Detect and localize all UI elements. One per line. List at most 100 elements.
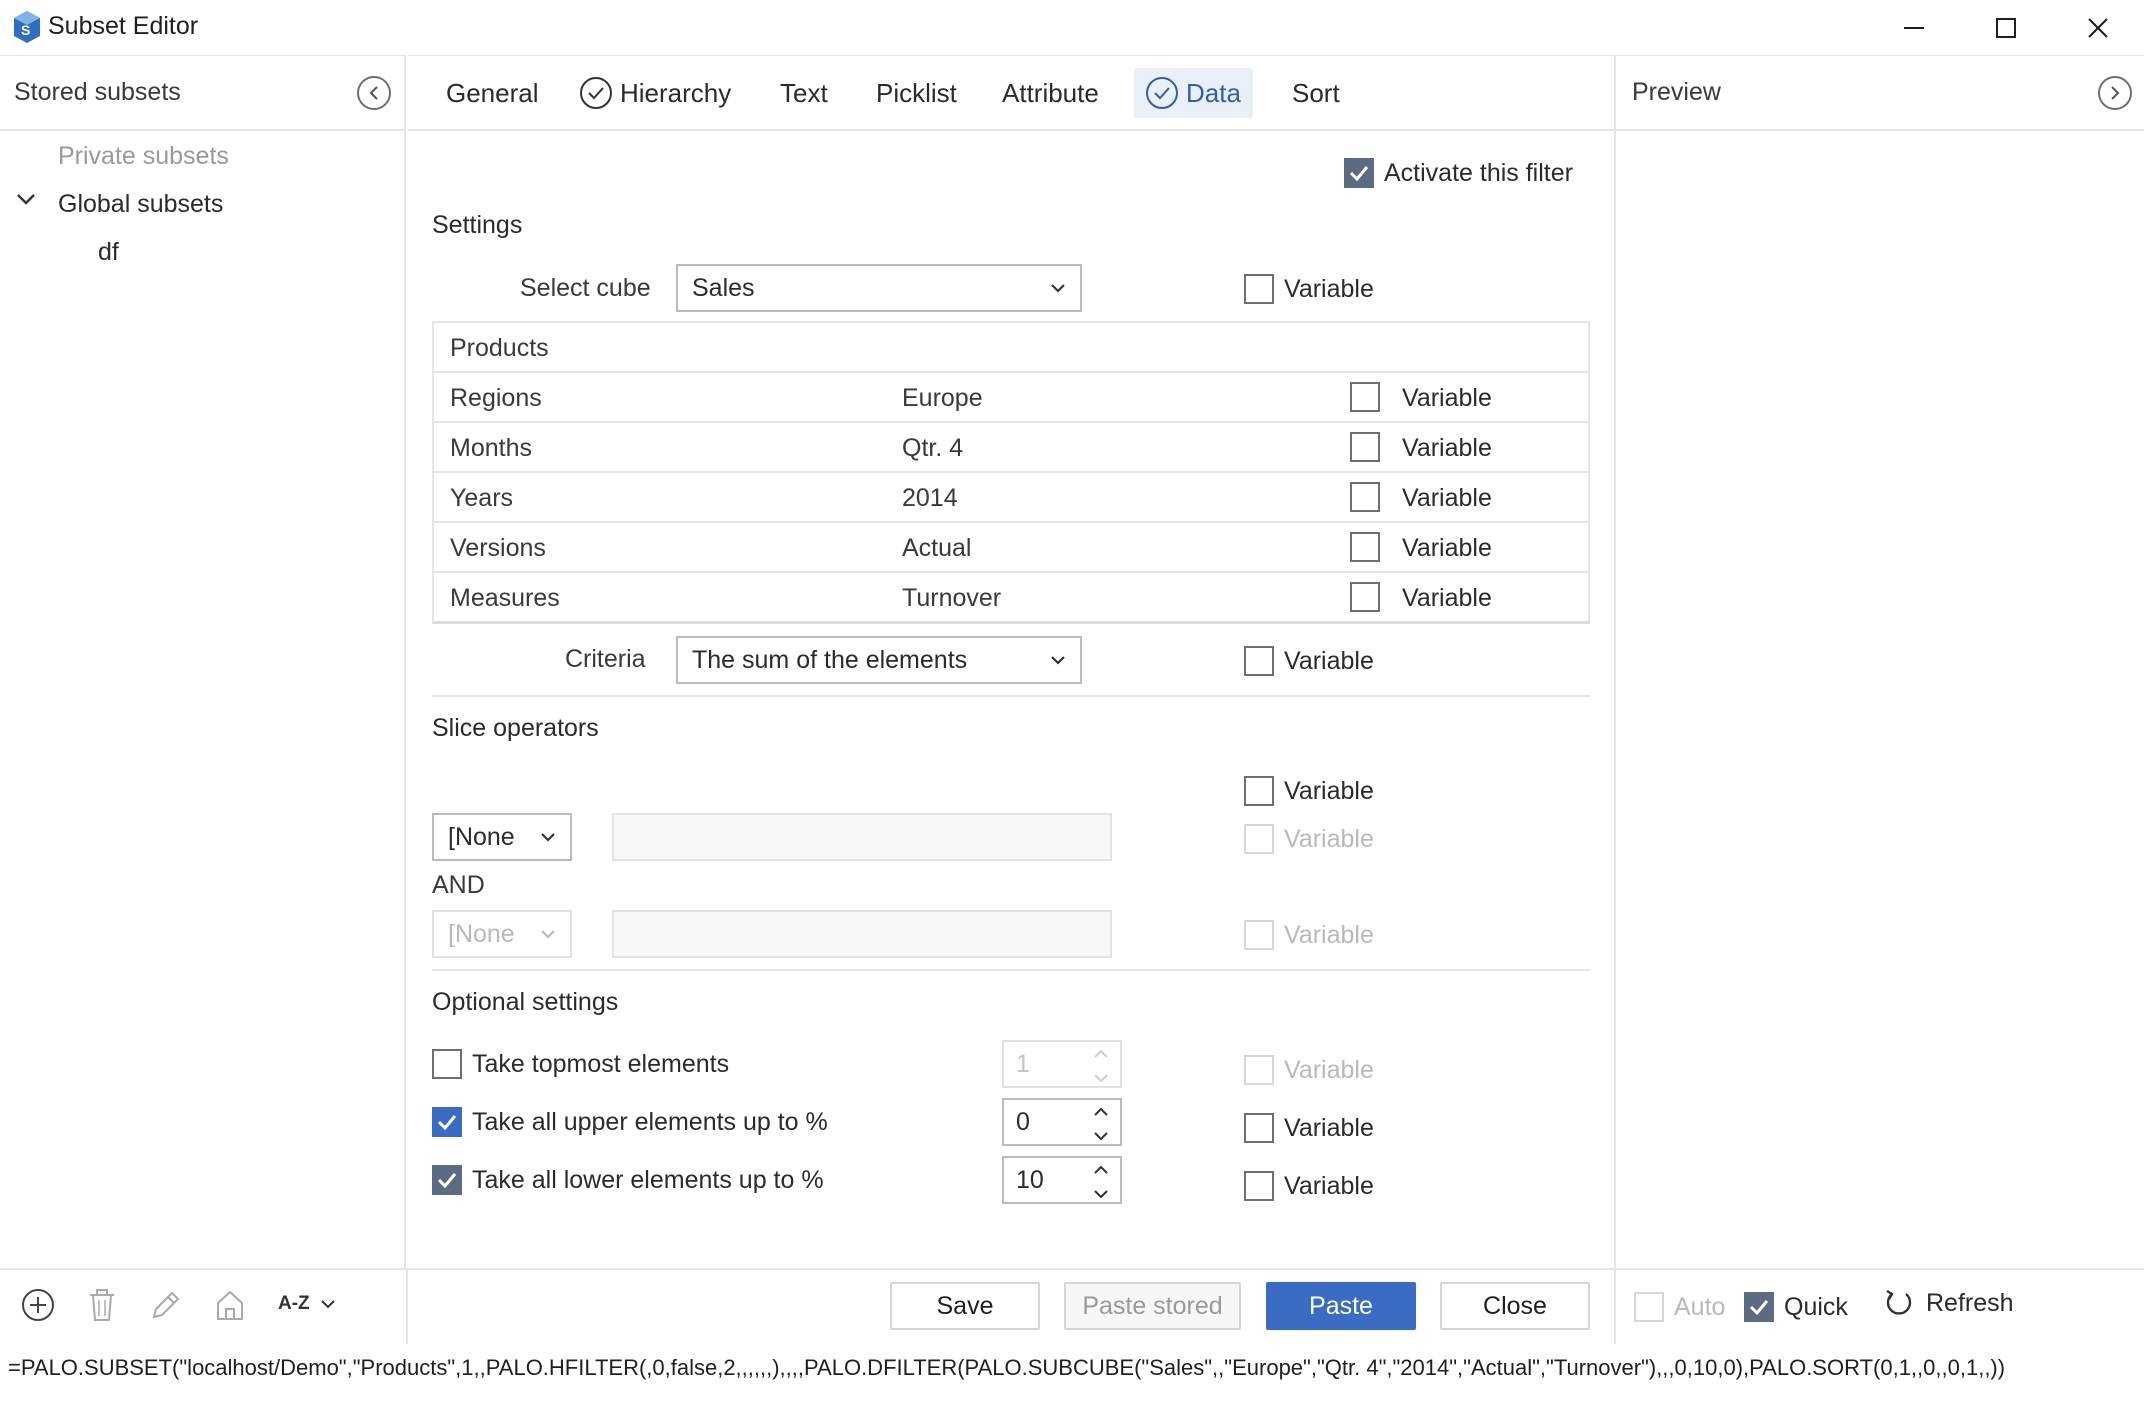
tab-data[interactable]: Data [1134, 68, 1253, 118]
add-subset-button[interactable] [18, 1285, 58, 1325]
operator2-value-input[interactable] [612, 910, 1112, 958]
chevron-right-icon [2111, 86, 2120, 100]
table-row[interactable]: Months Qtr. 4 Variable [434, 423, 1588, 473]
formula-text[interactable]: =PALO.SUBSET("localhost/Demo","Products"… [8, 1353, 2138, 1383]
topmost-checkbox[interactable] [432, 1049, 462, 1079]
variable-label: Variable [1402, 534, 1492, 562]
operator2-variable-checkbox[interactable] [1244, 920, 1274, 950]
measures-variable-checkbox[interactable] [1350, 582, 1380, 612]
paste-stored-button[interactable]: Paste stored [1064, 1282, 1241, 1330]
upper-elements-spinner[interactable]: 0 [1002, 1098, 1122, 1146]
tree-item-global-subsets[interactable]: Global subsets [58, 190, 223, 219]
divider [1614, 1268, 1616, 1344]
auto-checkbox[interactable] [1634, 1292, 1664, 1322]
tab-text[interactable]: Text [768, 68, 840, 118]
app-icon: S [12, 10, 42, 44]
variable-label: Variable [1284, 647, 1374, 675]
chevron-left-icon [369, 86, 378, 100]
dimension-value[interactable]: Turnover [902, 584, 1001, 613]
variable-label: Variable [1402, 584, 1492, 612]
optional-settings-title: Optional settings [432, 988, 619, 1016]
months-variable-checkbox[interactable] [1350, 432, 1380, 462]
topmost-variable-checkbox[interactable] [1244, 1055, 1274, 1085]
title-bar [0, 0, 2144, 55]
versions-variable-checkbox[interactable] [1350, 532, 1380, 562]
slice-variable-checkbox[interactable] [1244, 776, 1274, 806]
operator1-select[interactable]: [None [432, 813, 572, 861]
collapse-left-button[interactable] [357, 76, 391, 110]
divider [406, 1268, 408, 1344]
chevron-down-icon [320, 1300, 335, 1309]
tab-picklist[interactable]: Picklist [864, 68, 969, 118]
variable-label: Variable [1402, 434, 1492, 462]
variable-label: Variable [1284, 1056, 1374, 1084]
dimension-value[interactable]: Europe [902, 384, 983, 413]
check-circle-icon [1146, 77, 1178, 109]
dimension-table: Products Regions Europe Variable Months … [432, 321, 1590, 624]
cube-select[interactable]: Sales [676, 264, 1082, 312]
lower-variable-checkbox[interactable] [1244, 1171, 1274, 1201]
dimension-name: Products [450, 334, 549, 362]
maximize-icon [1996, 17, 2016, 38]
paste-button[interactable]: Paste [1266, 1282, 1416, 1330]
delete-subset-button[interactable] [82, 1285, 122, 1325]
rename-subset-button[interactable] [146, 1285, 186, 1325]
close-icon [2088, 17, 2108, 38]
dimension-name: Regions [450, 384, 542, 412]
tab-attribute[interactable]: Attribute [990, 68, 1111, 118]
variable-label: Variable [1284, 1172, 1374, 1200]
dimension-value[interactable]: Actual [902, 534, 971, 563]
preview-panel [1614, 55, 2144, 1268]
regions-variable-checkbox[interactable] [1350, 382, 1380, 412]
tab-hierarchy[interactable]: Hierarchy [568, 68, 743, 118]
refresh-button[interactable]: Refresh [1884, 1288, 2014, 1318]
chevron-down-icon [1051, 284, 1065, 293]
activate-filter-checkbox[interactable] [1344, 158, 1374, 188]
operator1-value-input[interactable] [612, 813, 1112, 861]
tree-item-df[interactable]: df [98, 238, 119, 267]
save-button[interactable]: Save [890, 1282, 1040, 1330]
topmost-spinner[interactable]: 1 [1002, 1040, 1122, 1088]
lower-elements-label: Take all lower elements up to % [472, 1166, 824, 1194]
upper-elements-checkbox[interactable] [432, 1107, 462, 1137]
cube-variable-checkbox[interactable] [1244, 274, 1274, 304]
home-button[interactable] [210, 1285, 250, 1325]
minimize-button[interactable] [1868, 0, 1960, 55]
operator2-select[interactable]: [None [432, 910, 572, 958]
variable-label: Variable [1284, 825, 1374, 853]
lower-elements-checkbox[interactable] [432, 1165, 462, 1195]
settings-title: Settings [432, 211, 523, 239]
chevron-down-icon[interactable] [16, 192, 36, 211]
variable-label: Variable [1284, 1114, 1374, 1142]
table-row[interactable]: Years 2014 Variable [434, 473, 1588, 523]
divider [432, 695, 1590, 697]
sort-toggle[interactable]: A-Z [278, 1293, 336, 1315]
tree-item-private-subsets[interactable]: Private subsets [58, 142, 229, 171]
maximize-button[interactable] [1960, 0, 2052, 55]
criteria-label: Criteria [565, 645, 646, 673]
years-variable-checkbox[interactable] [1350, 482, 1380, 512]
close-window-button[interactable] [2052, 0, 2144, 55]
quick-checkbox[interactable] [1744, 1292, 1774, 1322]
dimension-name: Months [450, 434, 532, 462]
expand-right-button[interactable] [2098, 76, 2132, 110]
variable-label: Variable [1284, 921, 1374, 949]
check-icon [1349, 166, 1369, 181]
slice-operators-title: Slice operators [432, 714, 599, 742]
criteria-variable-checkbox[interactable] [1244, 646, 1274, 676]
close-button[interactable]: Close [1440, 1282, 1590, 1330]
lower-elements-spinner[interactable]: 10 [1002, 1156, 1122, 1204]
tab-sort[interactable]: Sort [1280, 68, 1352, 118]
table-row[interactable]: Measures Turnover Variable [434, 573, 1588, 623]
stored-subsets-title: Stored subsets [14, 78, 181, 106]
criteria-select[interactable]: The sum of the elements [676, 636, 1082, 684]
table-row[interactable]: Versions Actual Variable [434, 523, 1588, 573]
dimension-value[interactable]: 2014 [902, 484, 958, 513]
tab-general[interactable]: General [434, 68, 551, 118]
upper-variable-checkbox[interactable] [1244, 1113, 1274, 1143]
table-row[interactable]: Regions Europe Variable [434, 373, 1588, 423]
check-icon [437, 1173, 457, 1188]
topmost-label: Take topmost elements [472, 1050, 730, 1078]
operator1-variable-checkbox[interactable] [1244, 824, 1274, 854]
dimension-value[interactable]: Qtr. 4 [902, 434, 963, 463]
